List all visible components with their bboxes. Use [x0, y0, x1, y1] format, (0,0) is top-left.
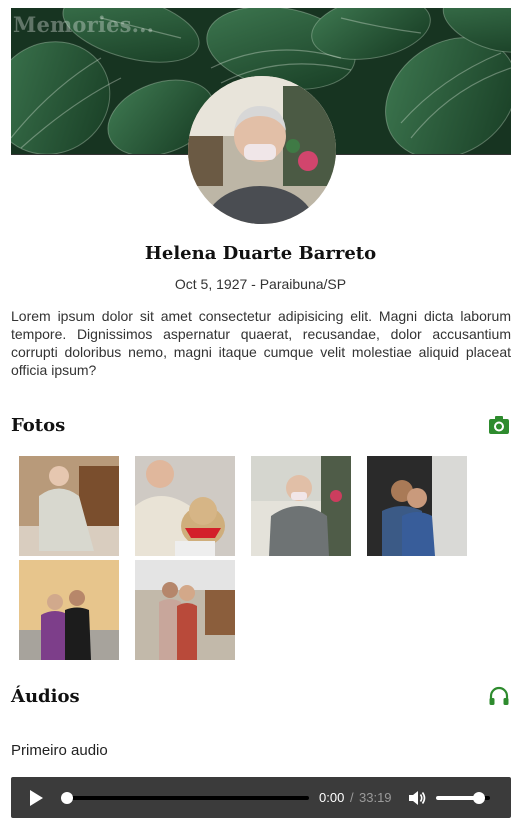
site-title[interactable]: Memories...	[13, 12, 154, 37]
camera-icon[interactable]	[488, 414, 510, 436]
volume-thumb[interactable]	[473, 792, 486, 804]
volume-slider[interactable]	[436, 792, 490, 804]
headphones-icon[interactable]	[488, 685, 510, 707]
profile-avatar	[188, 76, 336, 224]
profile-name: Helena Duarte Barreto	[144, 243, 377, 264]
photo-thumbnail[interactable]	[135, 560, 235, 660]
audios-section-title: Áudios	[11, 686, 80, 707]
volume-icon[interactable]	[407, 788, 427, 808]
photo-thumbnail[interactable]	[135, 456, 235, 556]
play-icon[interactable]	[27, 789, 45, 807]
audio-player: 0:00 / 33:19	[11, 777, 511, 818]
current-time: 0:00	[319, 790, 345, 805]
photo-thumbnail[interactable]	[19, 456, 119, 556]
profile-bio: Lorem ipsum dolor sit amet consectetur a…	[11, 308, 511, 378]
photos-section-title: Fotos	[11, 415, 66, 436]
photo-thumbnail[interactable]	[367, 456, 467, 556]
audio-item-title: Primeiro audio	[11, 742, 108, 759]
total-duration: 33:19	[359, 790, 392, 805]
photo-thumbnail[interactable]	[251, 456, 351, 556]
seek-slider[interactable]	[61, 792, 309, 804]
time-separator: /	[350, 790, 354, 805]
photo-thumbnail[interactable]	[19, 560, 119, 660]
seek-thumb[interactable]	[61, 792, 73, 804]
profile-dates: Oct 5, 1927 - Paraibuna/SP	[174, 276, 347, 292]
